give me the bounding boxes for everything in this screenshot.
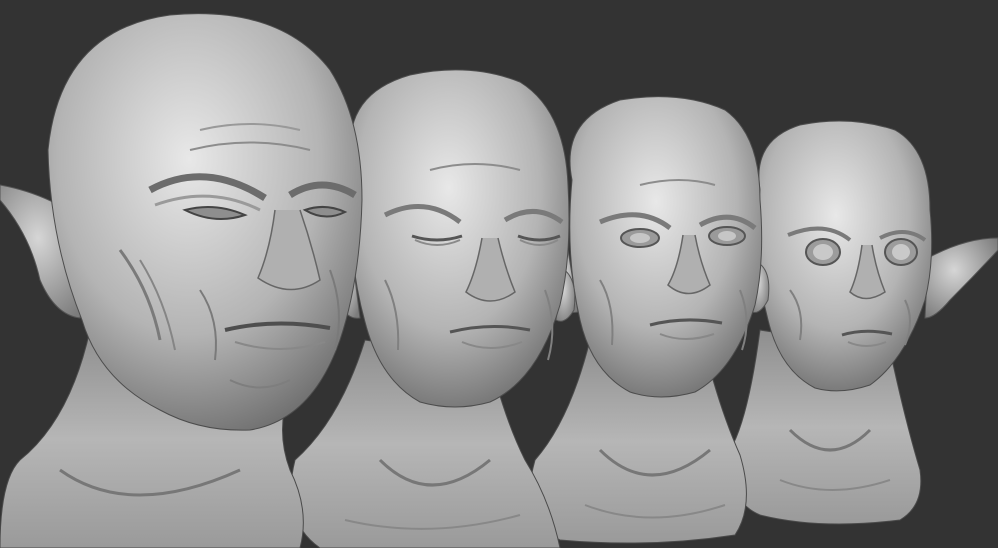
render-viewport	[0, 0, 998, 548]
sculpt-render	[0, 13, 998, 548]
bust-4	[728, 120, 998, 525]
